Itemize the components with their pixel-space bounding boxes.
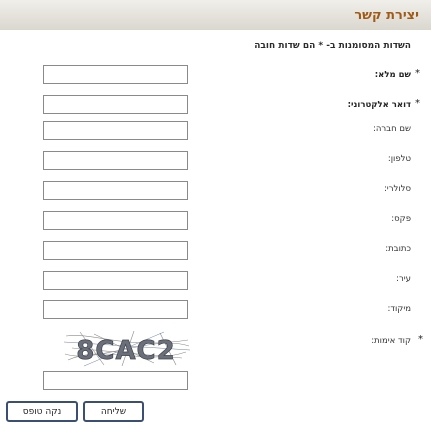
city-label: עיר: (396, 274, 411, 284)
verification-code-input[interactable] (43, 371, 188, 390)
captcha-text: 8CAC2 (76, 336, 175, 366)
zip-input[interactable] (43, 300, 188, 319)
address-input[interactable] (43, 241, 188, 260)
zip-label: מיקוד: (387, 304, 411, 314)
city-input[interactable] (43, 271, 188, 290)
full-name-input[interactable] (43, 65, 188, 84)
fax-label: פקס: (391, 214, 411, 224)
required-fields-note: השדות המסומנות ב- * הם שדות חובה (254, 41, 411, 51)
email-input[interactable] (43, 95, 188, 114)
page-title: יצירת קשר (354, 8, 419, 23)
address-label: כתובת: (385, 244, 411, 254)
reset-form-button[interactable]: נקה טופס (6, 401, 78, 422)
send-button[interactable]: שליחה (83, 401, 144, 422)
company-input[interactable] (43, 121, 188, 140)
company-label: שם חברה: (372, 124, 411, 134)
required-star: * (415, 98, 420, 109)
phone-input[interactable] (43, 151, 188, 170)
captcha-image: 8CAC2 (64, 330, 190, 367)
full-name-label: שם מלא: (374, 70, 411, 80)
mobile-label: סלולרי: (383, 184, 411, 194)
verification-code-label: קוד אימות: (371, 336, 411, 346)
email-label: דואר אלקטרוני: (347, 100, 411, 110)
fax-input[interactable] (43, 211, 188, 230)
required-star: * (418, 334, 423, 345)
mobile-input[interactable] (43, 181, 188, 200)
page-header: יצירת קשר (0, 0, 431, 30)
required-star: * (415, 68, 420, 79)
phone-label: טלפון: (387, 154, 411, 164)
